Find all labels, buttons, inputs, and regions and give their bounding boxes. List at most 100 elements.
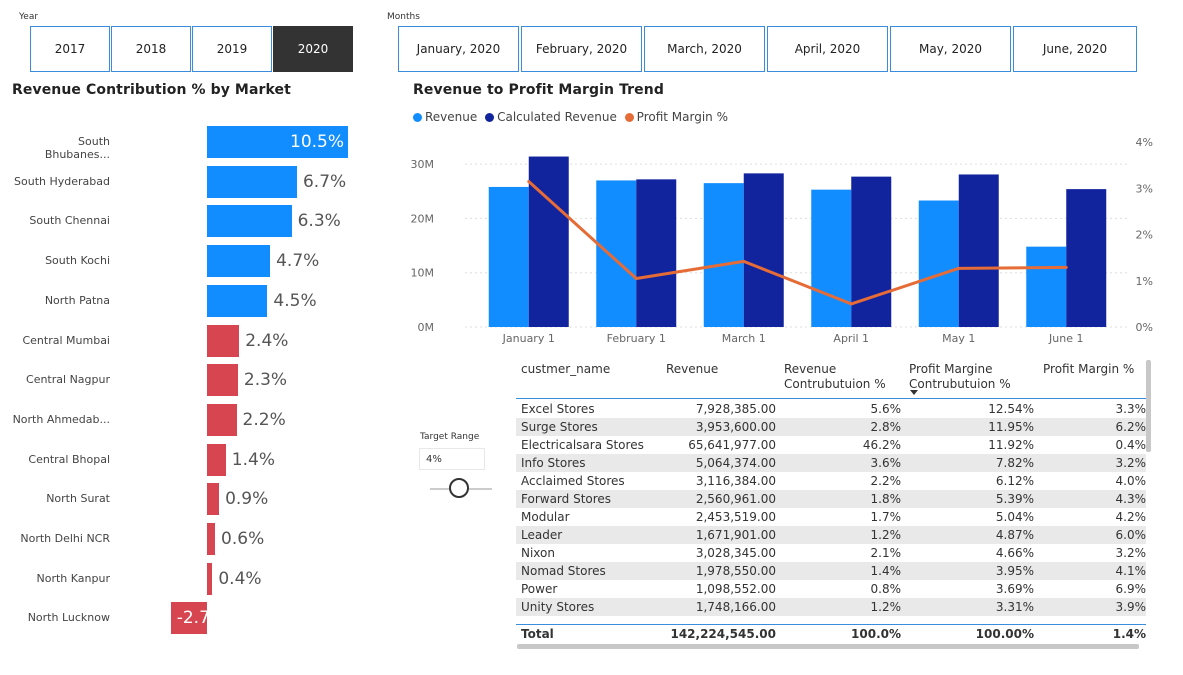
bar-calculated-revenue[interactable] [1066,189,1107,327]
target-range-input[interactable]: 4% [419,448,485,470]
year-button-2019[interactable]: 2019 [192,26,272,72]
market-value-label: 2.3% [243,370,288,391]
col-header-profit-margin[interactable]: Profit Margin % [1043,362,1134,377]
legend-calculated-revenue[interactable]: Calculated Revenue [485,110,617,124]
table-cell: Electricalsara Stores [521,438,644,452]
x-tick-label: January 1 [502,332,555,345]
legend-profit-margin-label: Profit Margin % [636,110,728,124]
table-cell: 3.31% [995,600,1034,614]
bar-calculated-revenue[interactable] [528,156,569,327]
table-cell: 2.1% [870,546,902,560]
col-header-profit-margin-contribution[interactable]: Profit Margine Contrubutuion % [909,362,1019,392]
table-cell: Forward Stores [521,492,612,506]
bar-calculated-revenue[interactable] [743,173,784,327]
table-cell: Modular [521,510,570,524]
market-bar[interactable] [207,284,268,317]
month-button-april[interactable]: April, 2020 [767,26,888,72]
market-label: South Bhubanes... [44,135,110,161]
month-button-may[interactable]: May, 2020 [890,26,1011,72]
table-cell: 2.2% [870,474,902,488]
y-tick-label: 0M [418,321,435,334]
x-tick-label: May 1 [942,332,975,345]
year-button-2020[interactable]: 2020 [273,26,353,72]
table-row[interactable]: Unity Stores 1,748,166.00 1.2% 3.31% 3.9% [516,598,1146,616]
table-row[interactable]: Surge Stores 3,953,600.00 2.8% 11.95% 6.2% [516,418,1146,436]
year-button-2018[interactable]: 2018 [111,26,191,72]
market-bar[interactable] [207,562,213,595]
market-label: Central Nagpur [26,373,110,387]
bar-calculated-revenue[interactable] [851,176,892,327]
bar-revenue[interactable] [918,200,959,327]
table-row[interactable]: Nixon 3,028,345.00 2.1% 4.66% 3.2% [516,544,1146,562]
market-label: South Chennai [29,214,110,228]
col-header-revenue-contribution[interactable]: Revenue Contrubutuion % [784,362,894,392]
y2-tick-label: 4% [1136,136,1153,149]
market-value-label: 0.6% [221,529,265,549]
market-chart-title: Revenue Contribution % by Market [12,82,291,98]
table-cell: 7.82% [995,456,1034,470]
market-bar[interactable] [207,403,237,436]
table-cell: 3.3% [1115,402,1147,416]
bar-revenue[interactable] [1026,246,1067,327]
bar-calculated-revenue[interactable] [958,174,999,327]
profit-margin-point [742,259,746,263]
table-cell: 6.0% [1115,528,1147,542]
table-row[interactable]: Acclaimed Stores 3,116,384.00 2.2% 6.12% 4.0… [516,472,1146,490]
table-cell: 5.39% [995,492,1034,506]
bar-revenue[interactable] [703,183,744,327]
table-cell: 1.2% [870,600,902,614]
legend-revenue[interactable]: Revenue [413,110,477,124]
market-bar[interactable] [207,483,220,516]
col-header-revenue[interactable]: Revenue [666,362,718,377]
table-cell: 7,928,385.00 [695,402,776,416]
month-button-january[interactable]: January, 2020 [398,26,519,72]
col-header-customer[interactable]: custmer_name [521,362,610,377]
market-bar[interactable] [207,205,292,238]
bar-revenue[interactable] [596,180,637,327]
table-cell: Power [521,582,558,596]
market-bar[interactable] [207,245,271,278]
market-bar[interactable] [207,324,240,357]
target-range-slider-handle[interactable] [449,478,469,498]
market-bar[interactable] [207,364,238,397]
market-label: North Ahmedab... [12,412,110,426]
market-value-label: 2.4% [245,330,289,351]
month-button-june[interactable]: June, 2020 [1013,26,1137,72]
month-button-march[interactable]: March, 2020 [644,26,765,72]
table-row[interactable]: Info Stores 5,064,374.00 3.6% 7.82% 3.2% [516,454,1146,472]
months-slicer-title: Months [387,12,420,22]
market-bar[interactable] [207,523,216,555]
bar-revenue[interactable] [488,186,529,327]
legend-profit-margin-marker [624,113,634,122]
x-tick-label: April 1 [833,332,869,345]
year-button-2017[interactable]: 2017 [30,26,110,72]
trend-chart-title: Revenue to Profit Margin Trend [413,82,664,98]
month-button-february[interactable]: February, 2020 [521,26,642,72]
y2-tick-label: 3% [1136,182,1153,195]
profit-margin-point [527,180,531,183]
table-horizontal-scrollbar[interactable] [517,644,1139,649]
table-row[interactable]: Nomad Stores 1,978,550.00 1.4% 3.95% 4.1% [516,562,1146,580]
table-cell: 65,641,977.00 [688,438,776,452]
table-cell: 1.4% [1112,627,1146,641]
legend-profit-margin[interactable]: Profit Margin % [624,110,728,124]
bar-calculated-revenue[interactable] [636,179,677,327]
legend-revenue-label: Revenue [425,110,478,124]
table-cell: Unity Stores [521,600,595,614]
market-bar[interactable] [207,443,226,476]
table-row[interactable]: Forward Stores 2,560,961.00 1.8% 5.39% 4.3% [516,490,1146,508]
table-row[interactable]: Modular 2,453,519.00 1.7% 5.04% 4.2% [516,508,1146,526]
table-cell: 5.04% [995,510,1034,524]
table-cell: 11.95% [988,420,1034,434]
bar-revenue[interactable] [811,189,852,327]
table-cell: 3.2% [1115,456,1147,470]
table-row[interactable]: Leader 1,671,901.00 1.2% 4.87% 6.0% [516,526,1146,544]
table-row[interactable]: Excel Stores 7,928,385.00 5.6% 12.54% 3.3% [516,400,1146,418]
table-cell: 5,064,374.00 [695,456,776,470]
market-bar[interactable] [207,165,297,198]
table-row[interactable]: Power 1,098,552.00 0.8% 3.69% 6.9% [516,580,1146,598]
table-row[interactable]: Electricalsara Stores 65,641,977.00 46.2% 1… [516,436,1146,454]
market-label: Central Bhopal [28,452,110,466]
table-vertical-scrollbar[interactable] [1146,360,1151,452]
market-value-label: 10.5% [290,132,345,152]
